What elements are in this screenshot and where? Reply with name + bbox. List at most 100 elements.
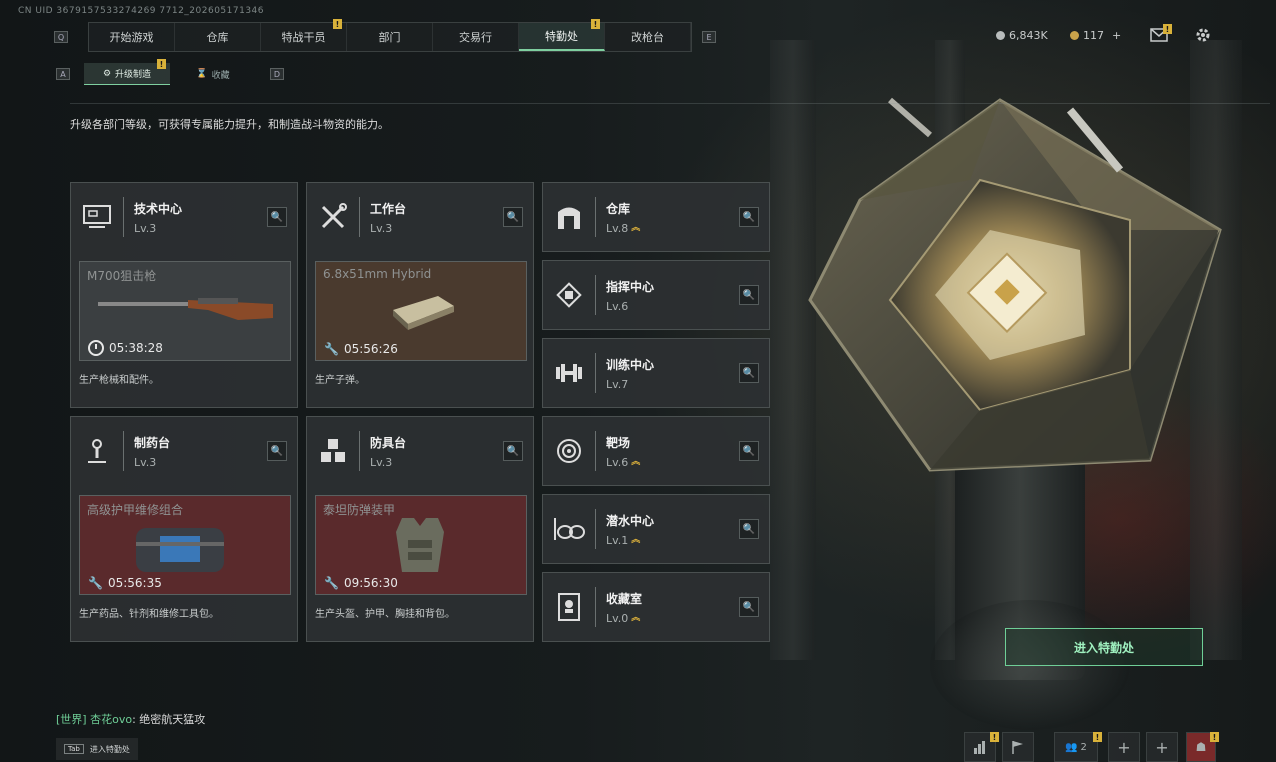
- search-button[interactable]: 🔍: [739, 519, 759, 539]
- tab-label: 特战干员: [281, 31, 326, 44]
- search-button[interactable]: 🔍: [503, 207, 523, 227]
- production-slot[interactable]: 泰坦防弹装甲 🔧 09:56:30: [315, 495, 527, 595]
- settings-gear-icon[interactable]: [1195, 27, 1211, 43]
- add-teammate-button[interactable]: +: [1108, 732, 1140, 762]
- page-description: 升级各部门等级，可获得专属能力提升，和制造战斗物资的能力。: [70, 118, 389, 131]
- facility-card-pharmacy[interactable]: 制药台 Lv.3 🔍 高级护甲维修组合 🔧 05:56:35 生产药品、针剂和维修…: [70, 416, 298, 642]
- chat-channel: [世界]: [56, 713, 87, 726]
- search-icon: 🔍: [742, 601, 756, 613]
- production-slot[interactable]: M700狙击枪 05:38:28: [79, 261, 291, 361]
- add-teammate-button[interactable]: +: [1146, 732, 1178, 762]
- facility-card-armor-bench[interactable]: 防具台 Lv.3 🔍 泰坦防弹装甲 🔧 09:56:30 生产头盔、护甲、胸挂和背…: [306, 416, 534, 642]
- level-text: Lv.6: [606, 299, 629, 313]
- subnav-next-key[interactable]: D: [270, 68, 284, 80]
- enter-special-ops-button[interactable]: 进入特勤处: [1005, 628, 1203, 666]
- card-text: 制药台 Lv.3: [134, 434, 170, 469]
- subnav-prev-key[interactable]: A: [56, 68, 70, 80]
- tools-icon: [307, 183, 359, 251]
- tab-departments[interactable]: 部门: [347, 23, 433, 51]
- tab-key: Tab: [64, 744, 84, 754]
- tab-shortcut-hint[interactable]: Tab 进入特勤处: [56, 738, 138, 760]
- product-name: 高级护甲维修组合: [87, 503, 184, 517]
- money-amount: 6,843K: [1009, 29, 1048, 42]
- separator: [359, 431, 360, 471]
- subtab-collection[interactable]: ⌛ 收藏: [170, 63, 256, 85]
- tab-label: 改枪台: [631, 31, 664, 44]
- card-header: 收藏室 Lv.0 ︽ 🔍: [543, 573, 769, 641]
- card-title: 制药台: [134, 435, 171, 450]
- production-slot[interactable]: 6.8x51mm Hybrid 🔧 05:56:26: [315, 261, 527, 361]
- level-text: Lv.1: [606, 533, 629, 547]
- plus-icon: +: [1155, 737, 1169, 757]
- card-text: 潜水中心 Lv.1 ︽: [606, 512, 654, 547]
- facility-card-training-center[interactable]: 训练中心 Lv.7 🔍: [542, 338, 770, 408]
- separator: [359, 197, 360, 237]
- target-icon: [543, 417, 595, 485]
- card-level: Lv.6: [606, 300, 654, 313]
- tab-operators[interactable]: 特战干员!: [261, 19, 347, 51]
- search-button[interactable]: 🔍: [267, 207, 287, 227]
- add-currency-button[interactable]: +: [1112, 29, 1121, 42]
- chat-sender: 杏花ovo: [90, 713, 133, 726]
- product-name: 泰坦防弹装甲: [323, 503, 396, 517]
- search-button[interactable]: 🔍: [267, 441, 287, 461]
- card-level: Lv.3: [370, 222, 406, 235]
- flag-icon[interactable]: [1002, 732, 1034, 762]
- card-title: 靶场: [606, 435, 631, 450]
- main-nav: 开始游戏 仓库 特战干员! 部门 交易行 特勤处! 改枪台: [88, 19, 692, 52]
- separator: [123, 431, 124, 471]
- search-button[interactable]: 🔍: [739, 285, 759, 305]
- tab-start-game[interactable]: 开始游戏: [89, 23, 175, 51]
- search-icon: 🔍: [742, 367, 756, 379]
- dumbbell-icon: [543, 339, 595, 407]
- tab-gunsmith[interactable]: 改枪台: [605, 23, 691, 51]
- nav-prev-key[interactable]: Q: [54, 31, 68, 43]
- tab-warehouse[interactable]: 仓库: [175, 23, 261, 51]
- search-button[interactable]: 🔍: [503, 441, 523, 461]
- facility-card-diving-center[interactable]: 潜水中心 Lv.1 ︽ 🔍: [542, 494, 770, 564]
- tab-trading[interactable]: 交易行: [433, 23, 519, 51]
- production-timer: 🔧 09:56:30: [324, 576, 398, 590]
- rifle-image: [98, 298, 273, 320]
- ammo-box-image: [393, 296, 454, 330]
- search-button[interactable]: 🔍: [739, 441, 759, 461]
- card-level: Lv.7: [606, 378, 654, 391]
- player-uid: CN UID 3679157533274269 7712_20260517134…: [18, 6, 265, 16]
- search-button[interactable]: 🔍: [739, 597, 759, 617]
- card-title: 指挥中心: [606, 279, 655, 294]
- production-slot[interactable]: 高级护甲维修组合 🔧 05:56:35: [79, 495, 291, 595]
- card-text: 靶场 Lv.6 ︽: [606, 434, 640, 469]
- chat-message[interactable]: [世界] 杏花ovo: 绝密航天猛攻: [56, 711, 205, 727]
- subtab-upgrade-craft[interactable]: ⚙ 升级制造 !: [84, 59, 170, 85]
- search-icon: 🔍: [742, 211, 756, 223]
- timer-text: 05:56:26: [343, 342, 398, 356]
- product-name: M700狙击枪: [87, 269, 157, 283]
- production-timer: 05:38:28: [88, 340, 163, 356]
- tab-label: 开始游戏: [109, 31, 154, 44]
- facility-card-shooting-range[interactable]: 靶场 Lv.6 ︽ 🔍: [542, 416, 770, 486]
- facility-card-tech-center[interactable]: 技术中心 Lv.3 🔍 M700狙击枪 05:38:28 生产枪械和配件。: [70, 182, 298, 408]
- nav-next-key[interactable]: E: [702, 31, 716, 43]
- card-text: 防具台 Lv.3: [370, 434, 406, 469]
- tab-special-ops[interactable]: 特勤处!: [519, 19, 605, 51]
- facility-card-collection-room[interactable]: 收藏室 Lv.0 ︽ 🔍: [542, 572, 770, 642]
- search-icon: 🔍: [270, 211, 284, 223]
- card-header: 靶场 Lv.6 ︽ 🔍: [543, 417, 769, 485]
- level-text: Lv.7: [606, 377, 629, 391]
- facility-card-warehouse[interactable]: 仓库 Lv.8 ︽ 🔍: [542, 182, 770, 252]
- search-button[interactable]: 🔍: [739, 207, 759, 227]
- card-header: 防具台 Lv.3 🔍: [307, 417, 533, 485]
- display-case-icon: [543, 573, 595, 641]
- card-header: 指挥中心 Lv.6 🔍: [543, 261, 769, 329]
- notification-badge: !: [990, 732, 999, 742]
- search-icon: 🔍: [506, 211, 520, 223]
- facility-card-workbench[interactable]: 工作台 Lv.3 🔍 6.8x51mm Hybrid 🔧 05:56:26 生产子…: [306, 182, 534, 408]
- separator: [595, 587, 596, 627]
- search-icon: 🔍: [270, 445, 284, 457]
- friends-button[interactable]: 👥 2: [1054, 732, 1098, 762]
- search-button[interactable]: 🔍: [739, 363, 759, 383]
- card-level: Lv.6 ︽: [606, 456, 640, 469]
- facility-card-command-center[interactable]: 指挥中心 Lv.6 🔍: [542, 260, 770, 330]
- separator: [595, 431, 596, 471]
- card-level: Lv.3: [134, 456, 170, 469]
